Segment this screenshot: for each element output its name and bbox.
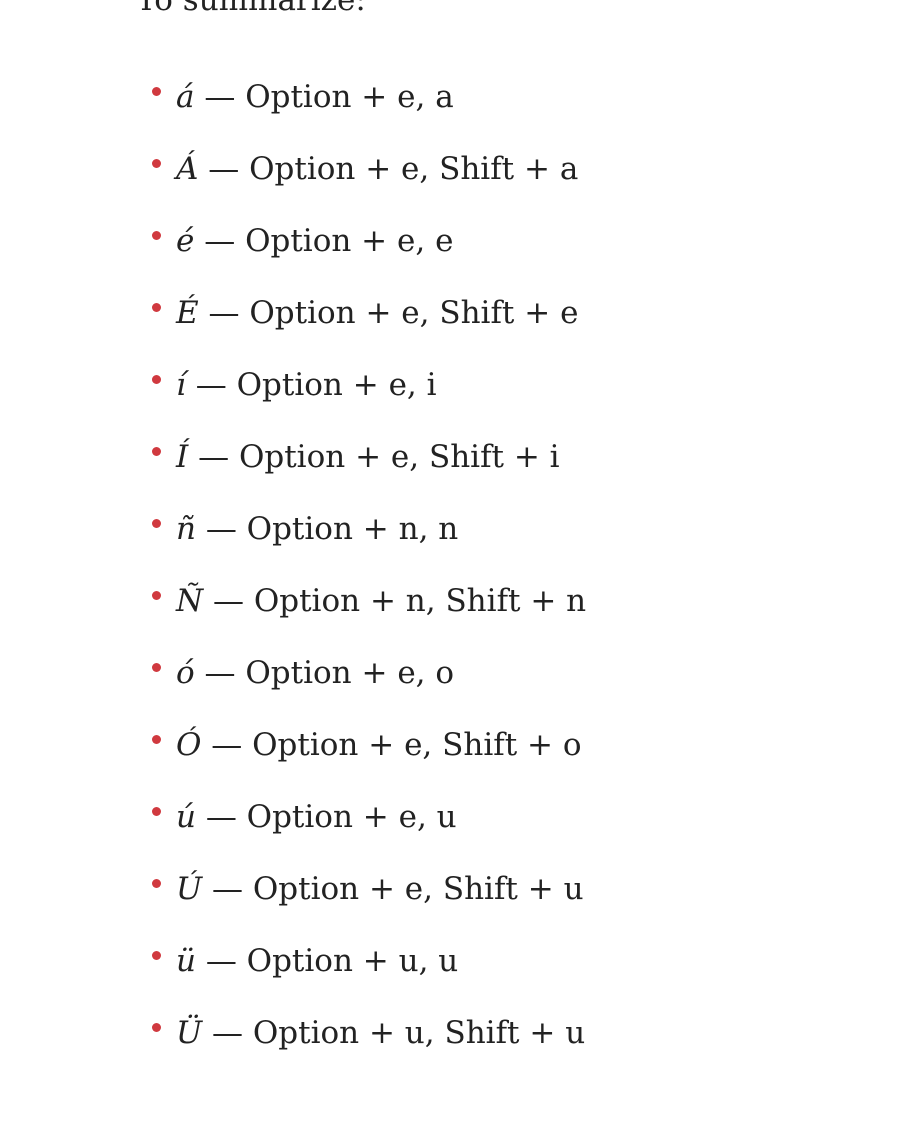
shortcut-description: — Option + e, Shift + u [202,871,584,907]
list-item: Ó — Option + e, Shift + o [150,723,800,795]
accented-character: Á [176,151,199,187]
shortcut-description: — Option + u, u [195,943,459,979]
accented-character: Í [176,439,189,475]
accented-character: Ú [176,871,203,907]
accented-character: ü [176,943,196,979]
shortcut-description: — Option + e, i [185,367,437,403]
shortcut-description: — Option + e, e [194,223,454,259]
shortcut-description: — Option + e, Shift + o [201,727,582,763]
list-item: Ú — Option + e, Shift + u [150,867,800,939]
accented-character: á [176,79,195,115]
bullet-icon [152,303,161,312]
bullet-icon [152,735,161,744]
shortcut-description: — Option + e, u [195,799,457,835]
bullet-icon [152,663,161,672]
accented-character: ú [176,799,196,835]
shortcut-description: — Option + n, Shift + n [203,583,587,619]
list-item: é — Option + e, e [150,219,800,291]
bullet-icon [152,447,161,456]
list-item: ó — Option + e, o [150,651,800,723]
bullet-icon [152,375,161,384]
accented-character: Ó [176,727,202,763]
bullet-icon [152,87,161,96]
accented-character: Ñ [176,583,204,619]
list-item: É — Option + e, Shift + e [150,291,800,363]
accented-character: Ü [176,1015,203,1051]
accented-character: É [176,295,199,331]
list-item: Ü — Option + u, Shift + u [150,1011,800,1083]
list-item: ú — Option + e, u [150,795,800,867]
bullet-icon [152,231,161,240]
accented-character: é [176,223,195,259]
bullet-icon [152,519,161,528]
list-item: ñ — Option + n, n [150,507,800,579]
shortcut-description: — Option + e, Shift + a [198,151,579,187]
shortcut-description: — Option + e, Shift + i [188,439,560,475]
list-item: ü — Option + u, u [150,939,800,1011]
shortcut-description: — Option + e, a [194,79,454,115]
shortcut-list: á — Option + e, a Á — Option + e, Shift … [150,75,800,1083]
list-item: Í — Option + e, Shift + i [150,435,800,507]
accented-character: ó [176,655,195,691]
shortcut-description: — Option + u, Shift + u [202,1015,586,1051]
accented-character: ñ [176,511,196,547]
shortcut-description: — Option + e, Shift + e [198,295,579,331]
bullet-icon [152,807,161,816]
bullet-icon [152,159,161,168]
summary-intro: To summarize: [136,0,366,18]
list-item: í — Option + e, i [150,363,800,435]
shortcut-description: — Option + n, n [195,511,459,547]
bullet-icon [152,951,161,960]
list-item: Ñ — Option + n, Shift + n [150,579,800,651]
shortcut-description: — Option + e, o [194,655,455,691]
list-item: á — Option + e, a [150,75,800,147]
bullet-icon [152,591,161,600]
accented-character: í [176,367,186,403]
article-body: To summarize: á — Option + e, a Á — Opti… [136,0,836,1051]
bullet-icon [152,1023,161,1032]
bullet-icon [152,879,161,888]
list-item: Á — Option + e, Shift + a [150,147,800,219]
